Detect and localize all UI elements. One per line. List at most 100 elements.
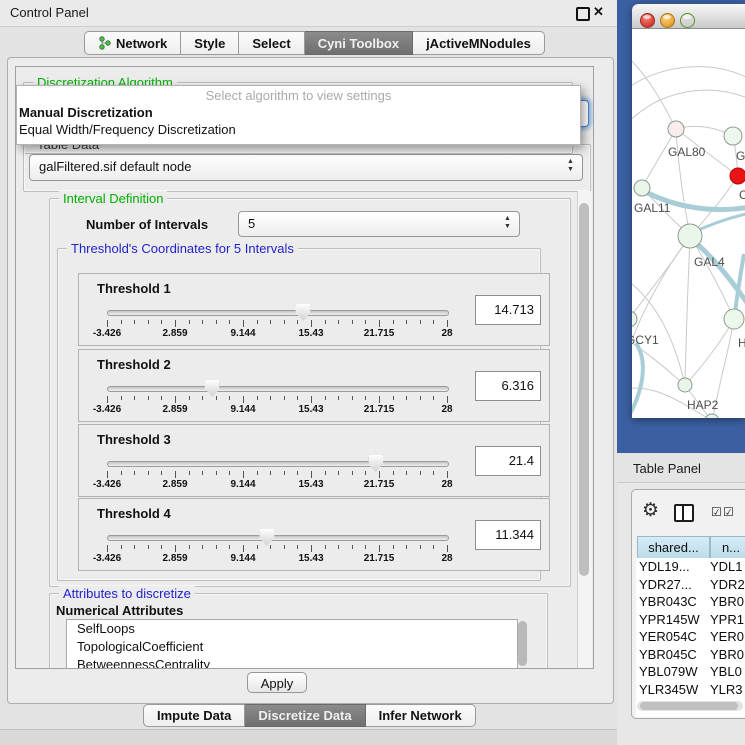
numerical-attributes-list[interactable]: SelfLoopsTopologicalCoefficientBetweenne… <box>66 619 518 669</box>
table-row[interactable]: YER054CYER0 <box>636 628 745 646</box>
threshold-4-value[interactable]: 11.344 <box>475 520 541 550</box>
window-bottom-strip <box>0 730 617 745</box>
threshold-4-slider[interactable] <box>107 535 447 541</box>
network-node[interactable] <box>724 127 742 145</box>
zoom-traffic-light-icon[interactable] <box>680 13 695 28</box>
attribute-list-item[interactable]: SelfLoops <box>67 620 517 638</box>
cell-shared-name[interactable]: YBR045C <box>636 646 710 664</box>
cell-shared-name[interactable]: YLR345W <box>636 681 710 699</box>
cell-shared-name[interactable]: YDR27... <box>636 576 710 594</box>
network-node[interactable] <box>668 121 684 137</box>
tab-infer-network[interactable]: Infer Network <box>366 704 476 727</box>
network-node[interactable] <box>678 224 702 248</box>
checkbox-icon[interactable]: ☑ <box>711 505 722 519</box>
cell-shared-name[interactable]: YBR043C <box>636 593 710 611</box>
table-row[interactable]: YBR045CYBR0 <box>636 646 745 664</box>
tab-style[interactable]: Style <box>181 31 239 55</box>
table-panel-title: Table Panel <box>633 461 701 476</box>
cell-shared-name[interactable]: YER054C <box>636 628 710 646</box>
network-canvas[interactable]: GAL80GACGAL11GAL4GCY1HHAP2 <box>632 29 745 418</box>
slider-track[interactable] <box>107 461 449 467</box>
attributes-title: Attributes to discretize <box>59 586 195 601</box>
close-traffic-light-icon[interactable] <box>640 13 655 28</box>
minimize-traffic-light-icon[interactable] <box>660 13 675 28</box>
settings-scrollbar-thumb[interactable] <box>579 203 589 576</box>
tab-discretize-data[interactable]: Discretize Data <box>245 704 365 727</box>
attributes-list-scrollbar[interactable] <box>518 621 527 666</box>
cell-name[interactable]: YDL1 <box>710 558 743 576</box>
network-node[interactable] <box>724 309 744 329</box>
apply-button[interactable]: Apply <box>247 672 307 693</box>
close-icon[interactable]: ✕ <box>593 4 604 20</box>
split-view-icon[interactable] <box>674 504 694 522</box>
network-node[interactable] <box>678 378 692 392</box>
control-panel-titlebar: Control Panel ✕ <box>0 0 617 27</box>
number-of-intervals-combobox[interactable]: 5 ▲▼ <box>238 211 520 237</box>
network-node-label: H <box>738 336 745 350</box>
cell-shared-name[interactable]: YPR145W <box>636 611 710 629</box>
cell-shared-name[interactable]: YBL079W <box>636 663 710 681</box>
cell-name[interactable]: YPR1 <box>710 611 744 629</box>
tab-impute-data[interactable]: Impute Data <box>143 704 245 727</box>
attribute-list-item[interactable]: BetweennessCentrality <box>67 656 517 669</box>
network-node-label: GAL4 <box>694 255 725 269</box>
tab-network[interactable]: Network <box>84 31 181 55</box>
slider-thumb[interactable] <box>259 529 274 546</box>
slider-track[interactable] <box>107 535 449 541</box>
table-row[interactable]: YLR345WYLR3 <box>636 681 745 699</box>
column-header-name[interactable]: n... <box>710 536 745 559</box>
attribute-list-item[interactable]: TopologicalCoefficient <box>67 638 517 656</box>
table-row[interactable]: YBL079WYBL0 <box>636 663 745 681</box>
algorithm-popup-item[interactable]: Equal Width/Frequency Discretization <box>17 121 580 138</box>
tab-jactivemnodules[interactable]: jActiveMNodules <box>413 31 545 55</box>
cell-name[interactable]: YBR0 <box>710 593 744 611</box>
threshold-1-panel: Threshold 1 -3.4262.8599.14415.4321.7152… <box>78 273 550 346</box>
slider-track[interactable] <box>107 386 449 392</box>
cell-name[interactable]: YBR0 <box>710 646 744 664</box>
slider-track[interactable] <box>107 310 449 316</box>
slider-thumb[interactable] <box>296 304 311 321</box>
cell-name[interactable]: YER0 <box>710 628 744 646</box>
table-horizontal-scrollbar[interactable] <box>637 701 743 711</box>
network-window-titlebar <box>632 4 745 29</box>
bottom-tab-bar: Impute Data Discretize Data Infer Networ… <box>143 704 476 728</box>
table-data-combobox[interactable]: galFiltered.sif default node ▲▼ <box>29 154 583 181</box>
network-view-window: GAL80GACGAL11GAL4GCY1HHAP2 <box>632 4 745 418</box>
threshold-2-panel: Threshold 2 -3.4262.8599.14415.4321.7152… <box>78 349 550 422</box>
network-node-label: C <box>739 188 745 202</box>
algorithm-popup-list: Manual DiscretizationEqual Width/Frequen… <box>17 104 580 138</box>
table-row[interactable]: YDR27...YDR2 <box>636 576 745 594</box>
algorithm-popup-item[interactable]: Manual Discretization <box>17 104 580 121</box>
threshold-1-slider[interactable] <box>107 310 447 316</box>
table-row[interactable]: YPR145WYPR1 <box>636 611 745 629</box>
checkbox-icon[interactable]: ☑ <box>723 505 734 519</box>
slider-thumb[interactable] <box>368 455 383 472</box>
network-node[interactable] <box>730 168 745 184</box>
table-row[interactable]: YDL19...YDL1 <box>636 558 745 576</box>
slider-thumb[interactable] <box>205 380 220 397</box>
tab-select[interactable]: Select <box>239 31 304 55</box>
threshold-3-slider[interactable] <box>107 461 447 467</box>
column-header-shared-name[interactable]: shared... <box>637 536 710 559</box>
float-window-icon[interactable] <box>576 7 590 21</box>
combo-arrows-icon: ▲▼ <box>566 158 575 174</box>
number-of-intervals-label: Number of Intervals <box>86 217 208 232</box>
gear-icon[interactable]: ⚙ <box>642 499 659 522</box>
threshold-2-slider[interactable] <box>107 386 447 392</box>
network-node[interactable] <box>632 311 637 327</box>
cell-shared-name[interactable]: YDL19... <box>636 558 710 576</box>
tab-cyni-toolbox[interactable]: Cyni Toolbox <box>305 31 413 55</box>
slider-tick-labels: -3.4262.8599.14415.4321.71528 <box>107 479 447 491</box>
cell-name[interactable]: YLR3 <box>710 681 743 699</box>
table-row[interactable]: YBR043CYBR0 <box>636 593 745 611</box>
scrollbar-thumb[interactable] <box>640 702 738 710</box>
network-node[interactable] <box>634 180 650 196</box>
threshold-1-value[interactable]: 14.713 <box>475 295 541 325</box>
combo-arrows-icon: ▲▼ <box>503 215 512 231</box>
cell-name[interactable]: YDR2 <box>710 576 745 594</box>
number-of-intervals-value: 5 <box>248 216 255 231</box>
cell-name[interactable]: YBL0 <box>710 663 742 681</box>
threshold-3-value[interactable]: 21.4 <box>475 446 541 476</box>
settings-scroll-viewport: Discretization Algorithm ▲▼ Table Data g… <box>15 66 594 669</box>
threshold-2-value[interactable]: 6.316 <box>475 371 541 401</box>
